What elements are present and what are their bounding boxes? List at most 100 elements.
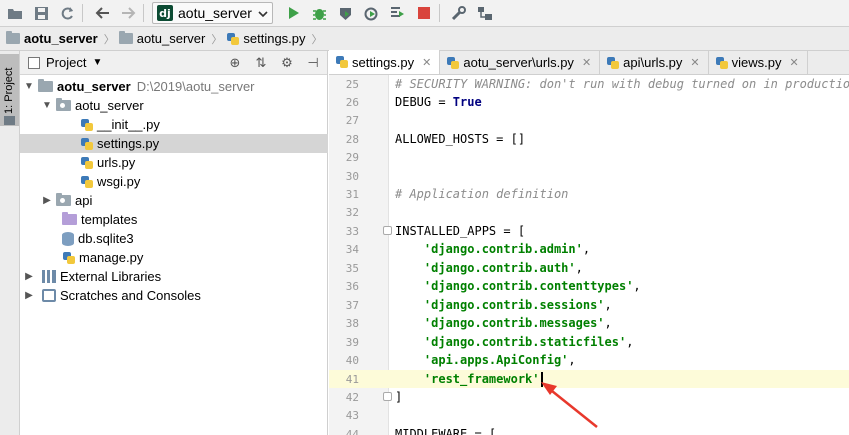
package-folder-icon bbox=[56, 193, 71, 206]
editor: settings.py ✕ aotu_server\urls.py ✕ api\… bbox=[329, 50, 849, 435]
tree-item-file[interactable]: __init__.py bbox=[20, 115, 328, 134]
django-icon: dj bbox=[157, 5, 173, 21]
tree-item-label: urls.py bbox=[97, 155, 136, 170]
tree-item-external-libraries[interactable]: ▶ External Libraries bbox=[20, 267, 328, 286]
tab-label: aotu_server\urls.py bbox=[463, 55, 574, 70]
tab-api-urls-py[interactable]: api\urls.py ✕ bbox=[600, 51, 709, 74]
python-file-icon bbox=[62, 251, 76, 265]
save-icon[interactable] bbox=[30, 2, 52, 24]
toolbar-separator bbox=[82, 4, 83, 22]
tree-item-file[interactable]: manage.py bbox=[20, 248, 328, 267]
run-configuration-label: aotu_server bbox=[178, 5, 252, 21]
open-folder-icon[interactable] bbox=[4, 2, 26, 24]
forward-icon[interactable] bbox=[117, 2, 139, 24]
tree-item-label: templates bbox=[81, 212, 138, 227]
folder-icon bbox=[6, 31, 20, 44]
breadcrumb-separator-icon: 〉 bbox=[103, 33, 115, 46]
tree-item-label: aotu_server bbox=[57, 79, 131, 94]
settings-wrench-icon[interactable] bbox=[448, 2, 470, 24]
python-file-icon bbox=[80, 175, 94, 189]
library-icon bbox=[42, 270, 56, 283]
tree-item-label: db.sqlite3 bbox=[78, 231, 134, 246]
project-panel-title: Project bbox=[46, 55, 87, 70]
close-icon[interactable]: ✕ bbox=[582, 56, 591, 69]
breadcrumb-item[interactable]: settings.py 〉 bbox=[226, 31, 323, 47]
python-file-icon bbox=[80, 156, 94, 170]
folder-icon bbox=[118, 31, 133, 44]
database-icon bbox=[62, 231, 74, 246]
package-folder-icon bbox=[56, 98, 71, 111]
stop-icon[interactable] bbox=[413, 2, 435, 24]
project-view-selector[interactable]: Project ▼ bbox=[28, 55, 102, 70]
scratches-icon bbox=[42, 289, 56, 302]
coverage-icon[interactable] bbox=[335, 2, 357, 24]
python-file-icon bbox=[715, 56, 729, 70]
gear-icon[interactable]: ⚙ bbox=[279, 55, 295, 71]
tree-item-label: __init__.py bbox=[97, 117, 160, 132]
tree-item-label: api bbox=[75, 193, 93, 208]
tree-item-scratches[interactable]: ▶ Scratches and Consoles bbox=[20, 286, 328, 305]
folder-icon bbox=[4, 116, 15, 125]
back-icon[interactable] bbox=[91, 2, 113, 24]
python-file-icon bbox=[335, 55, 349, 69]
python-file-icon bbox=[226, 32, 240, 46]
tab-views-py[interactable]: views.py ✕ bbox=[709, 51, 808, 74]
breadcrumb: aotu_server 〉 aotu_server 〉 settings.py … bbox=[0, 27, 849, 51]
run-icon[interactable] bbox=[283, 2, 305, 24]
main-toolbar: dj aotu_server bbox=[0, 0, 849, 27]
templates-folder-icon bbox=[62, 212, 77, 225]
folder-icon bbox=[38, 79, 53, 92]
debug-icon[interactable] bbox=[309, 2, 331, 24]
collapse-all-icon[interactable]: ⇅ bbox=[253, 55, 269, 71]
python-file-icon bbox=[80, 137, 94, 151]
tab-label: api\urls.py bbox=[623, 55, 683, 70]
tree-item-folder[interactable]: ▶ api bbox=[20, 191, 328, 210]
toolbar-separator bbox=[143, 4, 144, 22]
project-view-icon bbox=[28, 56, 40, 69]
annotation-arrow-icon bbox=[541, 382, 598, 428]
python-file-icon bbox=[446, 56, 460, 70]
close-icon[interactable]: ✕ bbox=[789, 56, 798, 69]
tab-aotu-server-urls-py[interactable]: aotu_server\urls.py ✕ bbox=[440, 51, 601, 74]
tree-item-path: D:\2019\aotu_server bbox=[136, 79, 255, 94]
close-icon[interactable]: ✕ bbox=[422, 56, 431, 69]
run-tasks-icon[interactable] bbox=[387, 2, 409, 24]
chevron-right-icon[interactable]: ▶ bbox=[22, 290, 36, 301]
breadcrumb-separator-icon: 〉 bbox=[311, 33, 323, 46]
editor-tabs: settings.py ✕ aotu_server\urls.py ✕ api\… bbox=[329, 50, 849, 75]
run-configuration-select[interactable]: dj aotu_server bbox=[152, 2, 273, 24]
tree-item-file[interactable]: wsgi.py bbox=[20, 172, 328, 191]
tab-settings-py[interactable]: settings.py ✕ bbox=[329, 50, 441, 74]
chevron-down-icon: ▼ bbox=[92, 57, 103, 68]
chevron-right-icon[interactable]: ▶ bbox=[40, 195, 54, 206]
project-panel: Project ▼ ⊕ ⇅ ⚙ ⊣ ▼ aotu_server D:\2019\… bbox=[20, 51, 328, 435]
breadcrumb-item[interactable]: aotu_server 〉 bbox=[6, 31, 115, 47]
tree-item-root[interactable]: ▼ aotu_server D:\2019\aotu_server bbox=[20, 77, 328, 96]
project-structure-icon[interactable] bbox=[474, 2, 496, 24]
tree-item-file[interactable]: db.sqlite3 bbox=[20, 229, 328, 248]
tree-item-label: settings.py bbox=[97, 136, 160, 151]
chevron-down-icon[interactable]: ▼ bbox=[22, 81, 36, 92]
tree-item-label: wsgi.py bbox=[97, 174, 141, 189]
chevron-down-icon[interactable]: ▼ bbox=[40, 100, 54, 111]
sync-icon[interactable] bbox=[56, 2, 78, 24]
breadcrumb-item[interactable]: aotu_server 〉 bbox=[118, 31, 223, 47]
profile-icon[interactable] bbox=[361, 2, 383, 24]
chevron-right-icon[interactable]: ▶ bbox=[22, 271, 36, 282]
code-area[interactable]: 25 # SECURITY WARNING: don't run with de… bbox=[329, 75, 849, 435]
tree-item-folder[interactable]: templates bbox=[20, 210, 328, 229]
hide-panel-icon[interactable]: ⊣ bbox=[305, 55, 321, 71]
tree-item-label: manage.py bbox=[79, 250, 144, 265]
locate-target-icon[interactable]: ⊕ bbox=[227, 55, 243, 71]
chevron-down-icon bbox=[258, 6, 268, 21]
breadcrumb-separator-icon: 〉 bbox=[211, 33, 223, 46]
tool-window-stripe: 1: Project bbox=[0, 51, 20, 435]
close-icon[interactable]: ✕ bbox=[690, 56, 699, 69]
tree-item-label: aotu_server bbox=[75, 98, 144, 113]
tree-item-file-selected[interactable]: settings.py bbox=[20, 134, 328, 153]
tree-item-folder[interactable]: ▼ aotu_server bbox=[20, 96, 328, 115]
tab-label: views.py bbox=[731, 55, 782, 70]
project-tool-window-button[interactable]: 1: Project bbox=[0, 54, 19, 126]
python-file-icon bbox=[606, 56, 620, 70]
tree-item-file[interactable]: urls.py bbox=[20, 153, 328, 172]
